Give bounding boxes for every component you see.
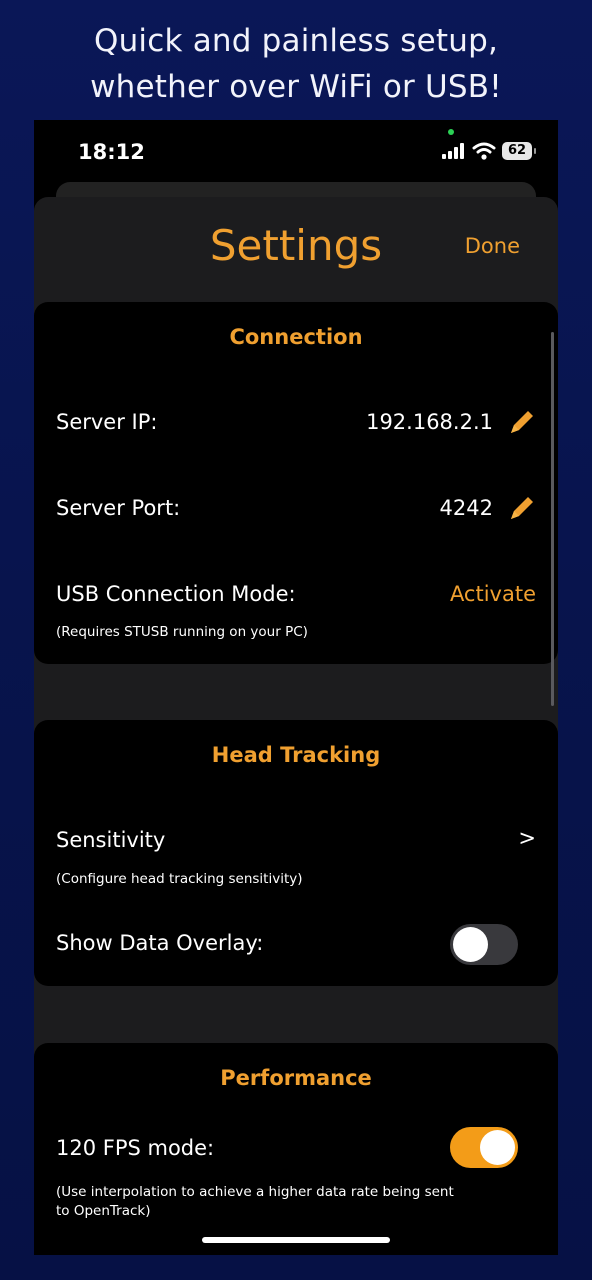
server-port-label: Server Port: [56,496,181,520]
performance-section: Performance 120 FPS mode: (Use interpola… [34,1043,558,1255]
toggle-knob [480,1130,515,1165]
connection-section: Connection Server IP: 192.168.2.1 Server… [34,302,558,664]
status-icons: 62 [442,142,536,160]
camera-indicator-dot [448,129,454,135]
sensitivity-row[interactable]: Sensitivity [56,828,165,852]
server-ip-label: Server IP: [56,410,158,434]
sensitivity-chevron-icon[interactable]: > [518,826,536,850]
home-indicator[interactable] [202,1237,390,1243]
promo-line-2: whether over WiFi or USB! [90,69,502,105]
server-port-value: 4242 [439,496,493,520]
fps-mode-label: 120 FPS mode: [56,1136,215,1160]
battery-icon: 62 [502,142,536,160]
usb-mode-label: USB Connection Mode: [56,582,296,606]
promo-headline: Quick and painless setup, whether over W… [0,18,592,110]
server-ip-value: 192.168.2.1 [366,410,493,434]
head-tracking-section: Head Tracking Sensitivity > (Configure h… [34,720,558,986]
phone-screen: 18:12 62 Settings Done Connection Server… [34,120,558,1255]
edit-server-ip-pencil-icon[interactable] [506,406,538,438]
usb-note: (Requires STUSB running on your PC) [56,624,308,640]
edit-server-port-pencil-icon[interactable] [506,492,538,524]
connection-title: Connection [229,325,363,349]
status-time: 18:12 [78,140,145,164]
settings-sheet: Settings Done Connection Server IP: 192.… [34,197,558,1255]
data-overlay-toggle[interactable] [450,924,518,965]
fps-note: (Use interpolation to achieve a higher d… [56,1184,454,1219]
performance-title: Performance [220,1066,372,1090]
toggle-knob [453,927,488,962]
sensitivity-note: (Configure head tracking sensitivity) [56,871,303,887]
cellular-signal-icon [442,143,464,159]
usb-activate-button[interactable]: Activate [450,582,536,606]
done-button[interactable]: Done [465,234,520,258]
promo-line-1: Quick and painless setup, [93,23,499,59]
data-overlay-label: Show Data Overlay: [56,931,264,955]
fps-mode-toggle[interactable] [450,1127,518,1168]
wifi-icon [472,142,496,160]
head-tracking-title: Head Tracking [211,743,381,767]
scrollbar[interactable] [551,332,554,706]
